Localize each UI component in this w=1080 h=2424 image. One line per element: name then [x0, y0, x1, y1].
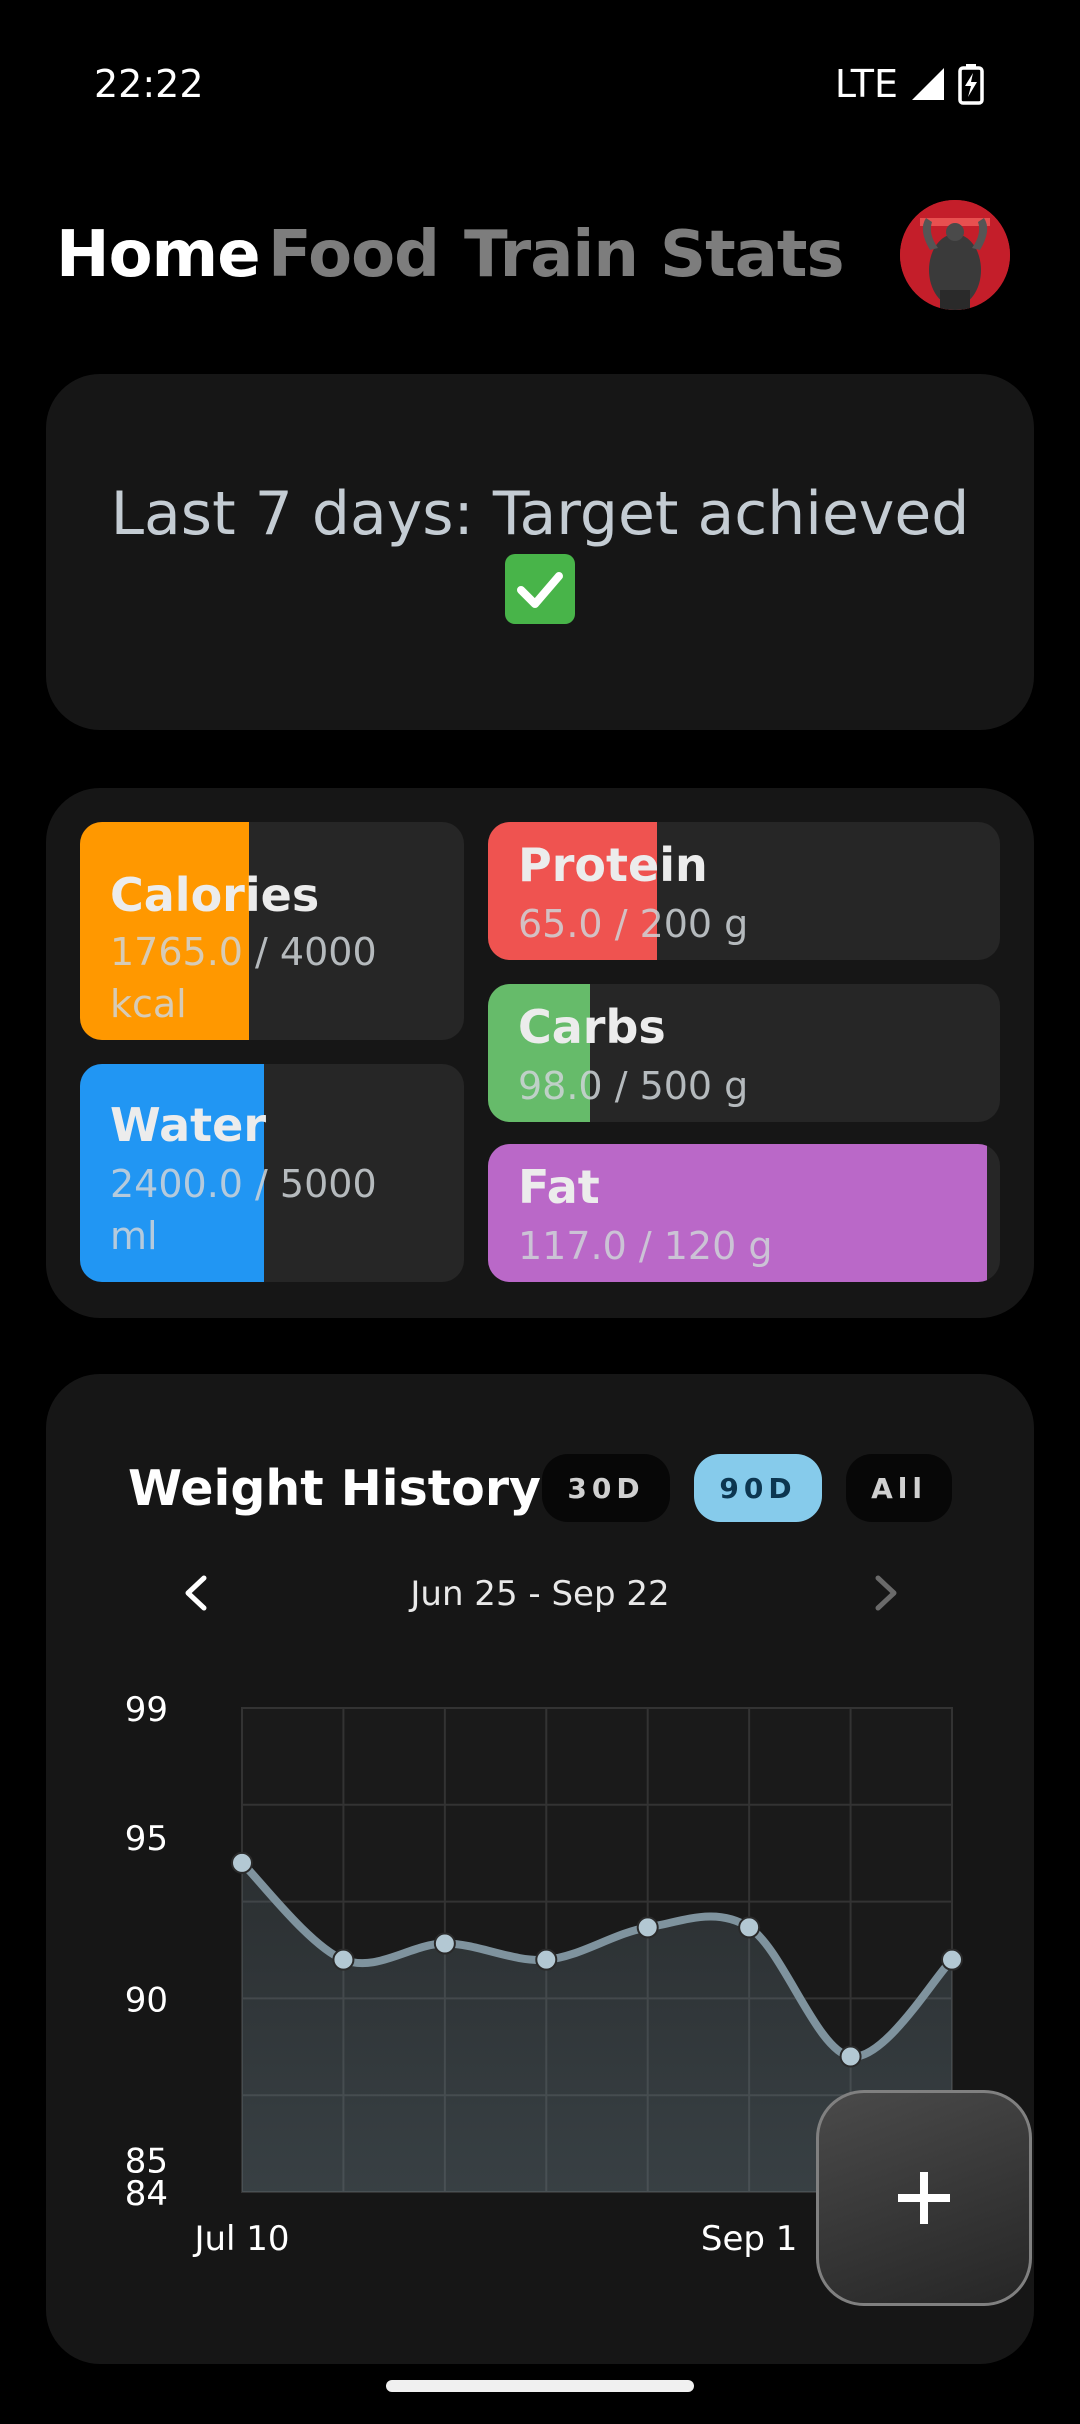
battery-charging-icon	[958, 64, 984, 105]
avatar-image	[900, 200, 1010, 310]
home-indicator[interactable]	[386, 2380, 694, 2392]
chart-data-point	[636, 1916, 659, 1939]
fat-value: 117.0 / 120 g	[518, 1224, 773, 1268]
banner-message: Last 7 days: Target achieved	[110, 479, 970, 549]
chart-data-point	[535, 1948, 558, 1971]
chart-y-tick-label: 99	[125, 1690, 168, 1730]
calories-tile[interactable]: Calories 1765.0 / 4000 kcal	[80, 822, 464, 1040]
tab-train[interactable]: Train	[464, 218, 639, 292]
chart-data-point	[738, 1916, 761, 1939]
water-tile[interactable]: Water 2400.0 / 5000 ml	[80, 1064, 464, 1282]
macros-card: Calories 1765.0 / 4000 kcal Water 2400.0…	[46, 788, 1034, 1318]
plus-icon	[898, 2172, 950, 2224]
banner-text-wrapper: Last 7 days: Target achieved	[61, 476, 1020, 628]
water-value: 2400.0 / 5000 ml	[110, 1158, 377, 1262]
status-time: 22:22	[94, 62, 204, 106]
chart-x-tick-label: Jul 10	[192, 2219, 289, 2259]
chart-x-tick-label: Sep 1	[701, 2219, 798, 2259]
fat-title: Fat	[518, 1160, 600, 1214]
chart-y-tick-label: 90	[125, 1980, 168, 2020]
carbs-tile[interactable]: Carbs 98.0 / 500 g	[488, 984, 1000, 1122]
carbs-value: 98.0 / 500 g	[518, 1064, 749, 1108]
chart-y-tick-label: 95	[125, 1819, 168, 1859]
chart-data-point	[332, 1948, 355, 1971]
chart-data-point	[433, 1932, 456, 1955]
signal-icon	[912, 68, 944, 100]
chart-data-point	[231, 1851, 253, 1874]
protein-tile[interactable]: Protein 65.0 / 200 g	[488, 822, 1000, 960]
chart-y-tick-label: 84	[125, 2174, 168, 2214]
calories-unit: kcal	[110, 982, 187, 1026]
tab-food[interactable]: Food	[268, 218, 440, 292]
chart-data-point	[839, 2045, 862, 2068]
status-bar: 22:22 LTE	[0, 0, 1080, 170]
tab-home[interactable]: Home	[56, 218, 261, 292]
status-icons: LTE	[835, 62, 984, 106]
fat-tile[interactable]: Fat 117.0 / 120 g	[488, 1144, 1000, 1282]
add-entry-button[interactable]	[816, 2090, 1032, 2306]
calories-value-line1: 1765.0 / 4000	[110, 930, 377, 974]
protein-title: Protein	[518, 838, 708, 892]
target-banner: Last 7 days: Target achieved	[46, 374, 1034, 730]
calories-title: Calories	[110, 868, 320, 922]
calories-value: 1765.0 / 4000 kcal	[110, 926, 377, 1030]
top-nav: Home Food Train Stats	[56, 200, 1024, 310]
protein-value: 65.0 / 200 g	[518, 902, 749, 946]
water-title: Water	[110, 1098, 267, 1152]
check-mark-icon	[505, 554, 575, 625]
network-type: LTE	[834, 62, 898, 106]
water-unit: ml	[110, 1214, 158, 1258]
profile-avatar[interactable]	[900, 200, 1010, 310]
tab-stats[interactable]: Stats	[660, 218, 845, 292]
carbs-title: Carbs	[518, 1000, 666, 1054]
water-value-line1: 2400.0 / 5000	[110, 1162, 377, 1206]
chart-data-point	[941, 1948, 963, 1971]
